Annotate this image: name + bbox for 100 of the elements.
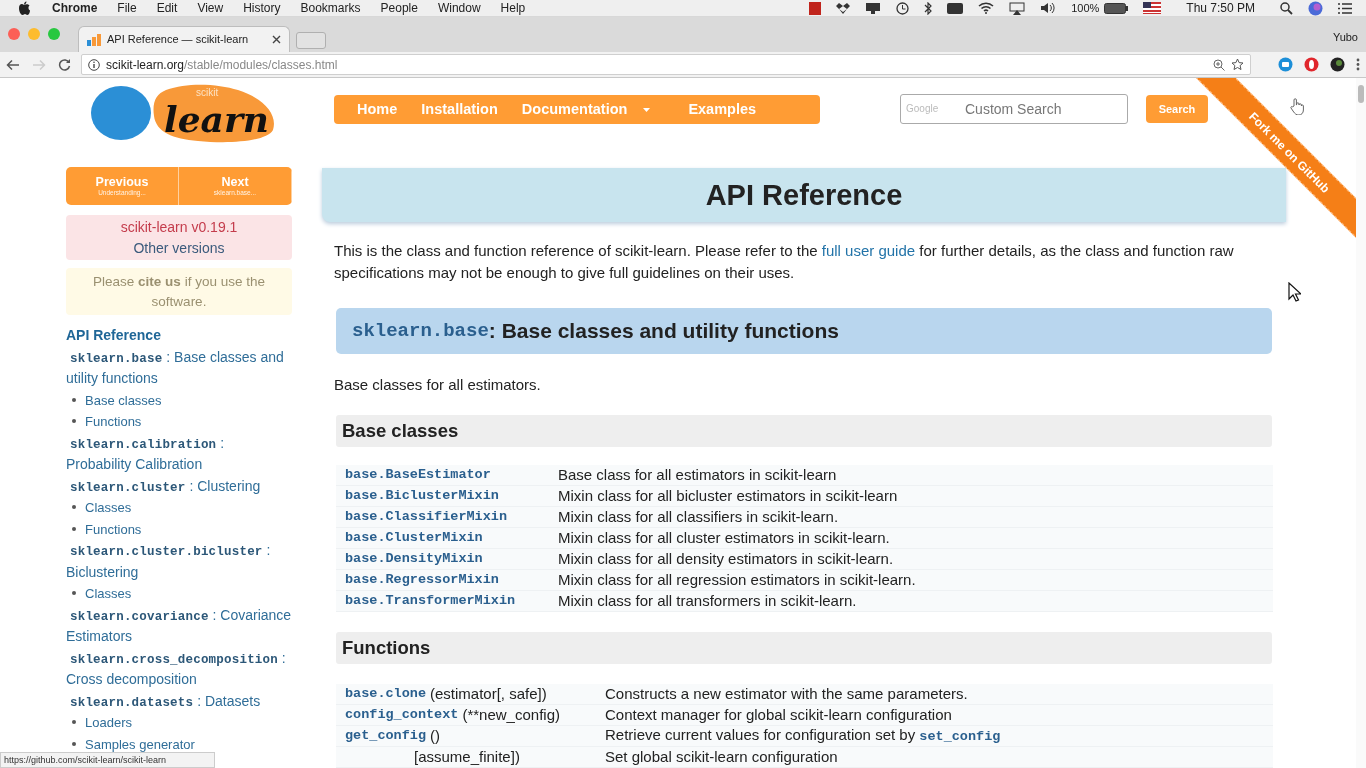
hand-cursor-icon bbox=[1290, 98, 1304, 115]
menu-item[interactable]: File bbox=[117, 0, 137, 17]
menu-icon[interactable] bbox=[1338, 2, 1352, 14]
orb-icon[interactable] bbox=[1308, 0, 1323, 16]
toc-link[interactable]: sklearn.calibration : Probability Calibration bbox=[66, 432, 292, 476]
toc-sublink[interactable]: Classes bbox=[85, 500, 132, 515]
toc-sublink[interactable]: Base classes bbox=[85, 392, 162, 408]
menu-item[interactable]: People bbox=[380, 0, 418, 17]
menu-item[interactable]: History bbox=[243, 0, 281, 17]
profile-name[interactable]: Yubo bbox=[1332, 29, 1358, 46]
airplay-icon[interactable] bbox=[1009, 1, 1026, 15]
section-module: sklearn.base bbox=[352, 318, 489, 344]
star-icon[interactable] bbox=[1231, 58, 1244, 71]
description-text: Mixin class for all cluster estimators in scikit-learn. bbox=[558, 527, 890, 548]
versions-link[interactable]: Other versions bbox=[133, 240, 225, 256]
signature-text: [assume_finite]) bbox=[414, 746, 520, 767]
history-icon[interactable] bbox=[896, 1, 910, 15]
api-link[interactable]: set_config bbox=[919, 729, 1001, 745]
bullet-icon bbox=[72, 720, 76, 724]
menu-item[interactable]: Edit bbox=[156, 0, 178, 17]
monitor-icon[interactable] bbox=[865, 2, 882, 14]
api-link[interactable]: base.BiclusterMixin bbox=[345, 485, 499, 507]
api-link[interactable]: config_context bbox=[345, 704, 459, 726]
api-link[interactable]: base.DensityMixin bbox=[345, 548, 483, 570]
stop-icon[interactable] bbox=[809, 1, 822, 15]
description-text: Mixin class for all density estimators in scikit-learn. bbox=[558, 548, 894, 569]
menu-item[interactable]: View bbox=[197, 0, 224, 17]
tab-title: API Reference — scikit-learn bbox=[107, 32, 250, 48]
cite-note: Please cite us if you use the software. bbox=[66, 268, 292, 315]
user-guide-link[interactable]: full user guide bbox=[821, 242, 916, 259]
description-text: Set global scikit-learn configuration bbox=[605, 746, 838, 767]
zoom-icon[interactable] bbox=[1213, 58, 1225, 71]
apple-icon[interactable] bbox=[18, 1, 30, 15]
description-text: Mixin class for all regression estimators in scikit-learn. bbox=[558, 569, 916, 590]
logo-text: learn bbox=[164, 104, 270, 134]
close-icon[interactable] bbox=[272, 35, 281, 44]
extension-icon[interactable] bbox=[1330, 57, 1345, 72]
toc-sublink[interactable]: Loaders bbox=[85, 715, 132, 730]
back-icon[interactable] bbox=[6, 58, 20, 71]
search-icon[interactable] bbox=[1280, 1, 1293, 15]
toc-sublink[interactable]: Functions bbox=[85, 414, 142, 429]
search-brand: Google bbox=[906, 102, 939, 116]
api-link[interactable]: base.ClusterMixin bbox=[345, 527, 483, 549]
bluetooth-icon[interactable] bbox=[924, 1, 933, 15]
caret-icon bbox=[643, 107, 651, 112]
toc-link[interactable]: sklearn.base : Base classes and utility functions bbox=[66, 346, 292, 390]
description-text: Constructs a new estimator with the same parameters. bbox=[605, 683, 968, 704]
logo-text: scikit bbox=[196, 87, 219, 98]
signature-text: (**new_config) bbox=[462, 704, 560, 725]
browser-tab[interactable]: API Reference — scikit-learn bbox=[78, 26, 290, 52]
battery-icon[interactable] bbox=[1104, 2, 1129, 14]
bullet-icon bbox=[72, 741, 76, 746]
api-link[interactable]: get_config bbox=[345, 725, 426, 747]
subsection-heading: Functions bbox=[336, 632, 1272, 664]
menu-item[interactable]: Help bbox=[500, 0, 526, 17]
app-menu[interactable]: Chrome bbox=[52, 0, 98, 17]
toc-link[interactable]: sklearn.datasets : Datasets bbox=[66, 690, 292, 712]
api-link[interactable]: base.clone bbox=[345, 683, 426, 705]
toc-link[interactable]: sklearn.cluster : Clustering bbox=[66, 475, 292, 497]
bullet-icon bbox=[72, 591, 76, 595]
toc-heading[interactable]: API Reference bbox=[66, 325, 292, 347]
wifi-icon[interactable] bbox=[978, 2, 995, 14]
version-text: scikit-learn v0.19.1 bbox=[120, 219, 238, 235]
more-icon[interactable] bbox=[1356, 58, 1360, 71]
api-link[interactable]: base.RegressorMixin bbox=[345, 569, 499, 591]
menu-item[interactable]: Bookmarks bbox=[300, 0, 361, 17]
scrollbar-thumb[interactable] bbox=[1358, 85, 1364, 103]
description-text: Mixin class for all bicluster estimators in scikit-learn bbox=[558, 485, 898, 506]
volume-icon[interactable] bbox=[1040, 2, 1057, 14]
signature-text: () bbox=[430, 725, 440, 746]
toc-sublink[interactable]: Samples generator bbox=[85, 736, 195, 752]
toc-sublink[interactable]: Classes bbox=[85, 586, 132, 601]
toc-link[interactable]: sklearn.covariance : Covariance Estimators bbox=[66, 604, 292, 648]
api-link[interactable]: base.BaseEstimator bbox=[345, 464, 491, 486]
description-text: Base class for all estimators in scikit-learn bbox=[558, 464, 837, 485]
page-title: API Reference bbox=[705, 177, 903, 213]
toc-link[interactable]: sklearn.cross_decomposition : Cross decomposition bbox=[66, 647, 292, 691]
toc-link[interactable]: sklearn.cluster.bicluster : Biclustering bbox=[66, 540, 292, 583]
reload-icon[interactable] bbox=[58, 58, 71, 71]
description-text: Mixin class for all transformers in scikit-learn. bbox=[558, 590, 857, 611]
section-summary: Base classes for all estimators. bbox=[334, 375, 542, 395]
description-text: Context manager for global scikit-learn configuration bbox=[605, 704, 952, 725]
section-title: : Base classes and utility functions bbox=[488, 318, 839, 345]
bullet-icon bbox=[72, 397, 76, 402]
flag-icon[interactable] bbox=[1143, 2, 1162, 14]
keyboard-icon[interactable] bbox=[947, 2, 964, 14]
battery-text: 100% bbox=[1071, 0, 1100, 16]
menu-item[interactable]: Window bbox=[437, 0, 481, 17]
url-text: scikit-learn.org/stable/modules/classes.html bbox=[106, 56, 339, 74]
dropbox-icon[interactable] bbox=[836, 2, 851, 14]
toc-sublink[interactable]: Functions bbox=[85, 521, 142, 537]
subsection-heading: Base classes bbox=[336, 415, 1272, 447]
api-link[interactable]: base.ClassifierMixin bbox=[345, 506, 508, 528]
description-text: Retrieve current values for configuration set by set_config bbox=[605, 725, 1001, 747]
signature-text: (estimator[, safe]) bbox=[430, 683, 547, 704]
address-bar[interactable]: scikit-learn.org/stable/modules/classes.html bbox=[81, 54, 1251, 75]
api-link[interactable]: base.TransformerMixin bbox=[345, 590, 516, 612]
clock-text[interactable]: Thu 7:50 PM bbox=[1186, 0, 1255, 17]
info-icon[interactable] bbox=[88, 58, 100, 71]
cursor-icon bbox=[1288, 282, 1301, 302]
